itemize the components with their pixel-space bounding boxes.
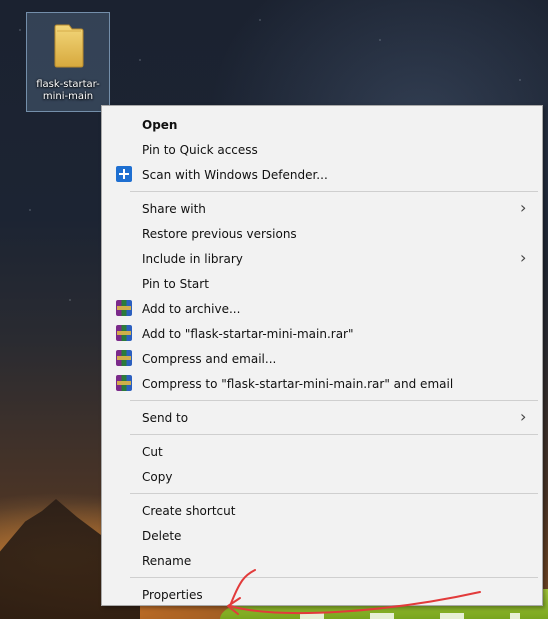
winrar-icon (116, 350, 132, 366)
chevron-right-icon: › (520, 248, 527, 267)
context-menu-item-label: Compress and email... (142, 351, 277, 366)
context-menu-item[interactable]: Scan with Windows Defender... (102, 162, 542, 187)
desktop-wallpaper-highlights (300, 613, 520, 619)
context-menu-item-label: Restore previous versions (142, 226, 297, 241)
context-menu-item[interactable]: Include in library › (102, 246, 542, 271)
winrar-icon (116, 300, 132, 316)
context-menu-item-label: Open (142, 117, 178, 132)
desktop-folder-item[interactable]: flask-startar- mini-main (26, 12, 110, 112)
context-menu-item-label: Pin to Quick access (142, 142, 258, 157)
context-menu-item[interactable]: Open (102, 112, 542, 137)
folder-icon (54, 24, 84, 68)
winrar-icon (116, 325, 132, 341)
menu-separator (102, 396, 542, 405)
context-menu-item[interactable]: Cut (102, 439, 542, 464)
winrar-icon (116, 375, 132, 391)
context-menu-item[interactable]: Properties (102, 582, 542, 607)
context-menu-item-label: Cut (142, 444, 163, 459)
windows-defender-icon (116, 166, 132, 182)
context-menu-item[interactable]: Copy (102, 464, 542, 489)
context-menu-item[interactable]: Delete (102, 523, 542, 548)
context-menu-item[interactable]: Share with › (102, 196, 542, 221)
winrar-icon (116, 325, 132, 341)
context-menu-item[interactable]: Create shortcut (102, 498, 542, 523)
context-menu-item-label: Scan with Windows Defender... (142, 167, 328, 182)
context-menu-item-label: Create shortcut (142, 503, 236, 518)
context-menu-item-label: Copy (142, 469, 173, 484)
menu-separator (102, 573, 542, 582)
chevron-right-icon: › (520, 407, 527, 426)
context-menu-item-label: Pin to Start (142, 276, 209, 291)
context-menu-item[interactable]: Rename (102, 548, 542, 573)
context-menu-item[interactable]: Add to archive... (102, 296, 542, 321)
context-menu-item[interactable]: Restore previous versions (102, 221, 542, 246)
context-menu-item[interactable]: Compress to "flask-startar-mini-main.rar… (102, 371, 542, 396)
chevron-right-icon: › (520, 198, 527, 217)
context-menu-item-label: Send to (142, 410, 189, 425)
context-menu-item-label: Share with (142, 201, 206, 216)
winrar-icon (116, 375, 132, 391)
context-menu-item[interactable]: Send to › (102, 405, 542, 430)
context-menu-item-label: Delete (142, 528, 182, 543)
context-menu-item[interactable]: Pin to Quick access (102, 137, 542, 162)
context-menu-item[interactable]: Pin to Start (102, 271, 542, 296)
context-menu-item[interactable]: Compress and email... (102, 346, 542, 371)
context-menu: Open Pin to Quick access Scan with Windows… (101, 105, 543, 606)
winrar-icon (116, 350, 132, 366)
context-menu-item-label: Include in library (142, 251, 243, 266)
context-menu-item-label: Rename (142, 553, 192, 568)
menu-separator (102, 430, 542, 439)
context-menu-item-label: Add to "flask-startar-mini-main.rar" (142, 326, 354, 341)
menu-separator (102, 489, 542, 498)
windows-defender-icon (116, 166, 132, 182)
context-menu-item[interactable]: Add to "flask-startar-mini-main.rar" (102, 321, 542, 346)
context-menu-item-label: Properties (142, 587, 203, 602)
desktop-folder-label: flask-startar- mini-main (36, 79, 100, 102)
menu-separator (102, 187, 542, 196)
context-menu-item-label: Add to archive... (142, 301, 241, 316)
winrar-icon (116, 300, 132, 316)
context-menu-item-label: Compress to "flask-startar-mini-main.rar… (142, 376, 454, 391)
